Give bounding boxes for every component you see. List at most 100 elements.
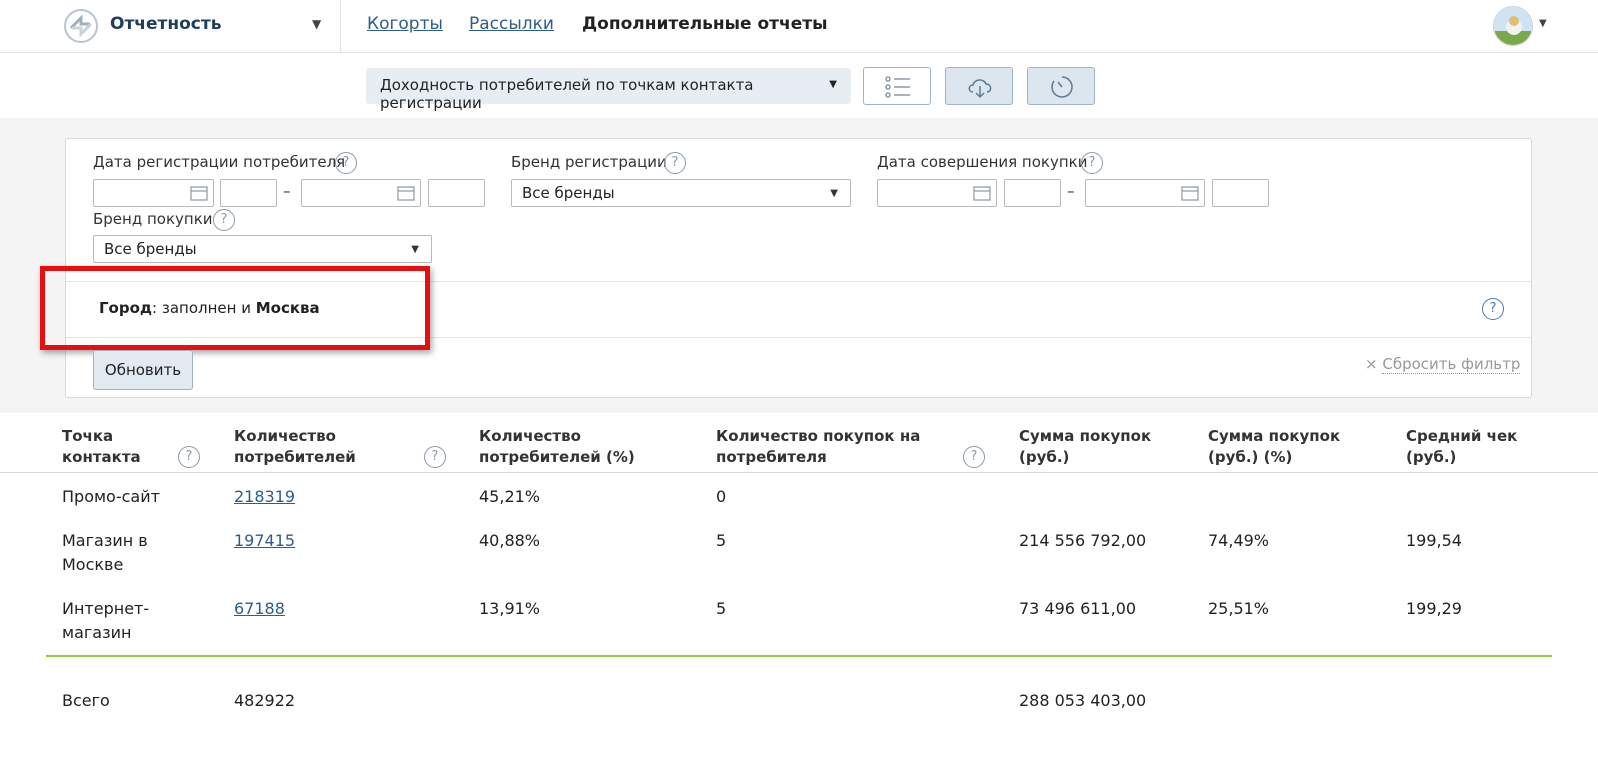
reg-brand-label: Бренд регистрации xyxy=(511,153,667,171)
user-menu-caret-icon[interactable]: ▼ xyxy=(1539,18,1547,29)
cell-sum: 214 556 792,00 xyxy=(1019,531,1147,550)
cell-pct: 40,88% xyxy=(479,531,541,550)
help-icon[interactable]: ? xyxy=(213,209,235,231)
list-icon xyxy=(885,76,910,98)
purchase-time-from-input[interactable] xyxy=(1004,179,1061,207)
cell-sum: 73 496 611,00 xyxy=(1019,599,1137,618)
header-line: (руб.) xyxy=(1406,448,1457,466)
total-divider xyxy=(46,655,1552,657)
column-header-average-check: Средний чек (руб.) xyxy=(1406,426,1517,468)
cell-count-link[interactable]: 197415 xyxy=(234,529,295,553)
help-icon[interactable]: ? xyxy=(335,152,357,174)
app-logo-icon xyxy=(64,9,98,43)
purchase-brand-label: Бренд покупки xyxy=(93,210,213,228)
help-icon[interactable]: ? xyxy=(424,446,446,468)
user-avatar[interactable] xyxy=(1493,6,1533,46)
schedule-button[interactable] xyxy=(1027,67,1095,105)
cell-purchases: 5 xyxy=(716,531,727,550)
timer-icon xyxy=(1051,76,1073,98)
cloud-download-icon xyxy=(968,79,992,99)
column-header-sum-pct: Сумма покупок (руб.) (%) xyxy=(1208,426,1340,468)
total-count: 482922 xyxy=(234,691,296,710)
cell-avg: 199,29 xyxy=(1406,599,1462,618)
divider xyxy=(340,0,341,53)
header-line: Сумма покупок xyxy=(1208,427,1341,445)
total-label: Всего xyxy=(62,691,110,710)
app-title[interactable]: Отчетность xyxy=(110,14,221,34)
header-line: Сумма покупок xyxy=(1019,427,1152,445)
cell-pct: 13,91% xyxy=(479,599,541,618)
reg-brand-select[interactable]: Все бренды ▼ xyxy=(511,179,851,207)
range-separator: – xyxy=(1067,182,1075,200)
help-icon[interactable]: ? xyxy=(178,446,200,468)
avatar-image-icon xyxy=(1494,7,1532,45)
cell-line: Интернет- xyxy=(62,599,150,618)
calendar-icon[interactable] xyxy=(1181,185,1199,201)
header-line: потребителя xyxy=(716,448,827,466)
reg-time-to-input[interactable] xyxy=(428,179,485,207)
header-line: (руб.) (%) xyxy=(1208,448,1293,466)
column-header-purchases-per-consumer: Количество покупок на потребителя xyxy=(716,426,920,468)
purchase-brand-value: Все бренды xyxy=(104,240,197,258)
cell-line: Москве xyxy=(62,555,124,574)
calendar-icon[interactable] xyxy=(397,185,415,201)
column-header-consumers-pct: Количество потребителей (%) xyxy=(479,426,635,468)
header-line: потребителей xyxy=(234,448,356,466)
reset-filter-label: Сбросить фильтр xyxy=(1382,355,1521,374)
nav-link-mailings[interactable]: Рассылки xyxy=(469,14,554,34)
purchase-date-from-input[interactable] xyxy=(877,179,997,207)
cell-point: Магазин в Москве xyxy=(62,529,148,577)
nav-item-additional-reports[interactable]: Дополнительные отчеты xyxy=(582,14,827,34)
header-line: Точка xyxy=(62,427,114,445)
cell-purchases: 0 xyxy=(716,487,727,506)
help-icon[interactable]: ? xyxy=(664,152,686,174)
update-button[interactable]: Обновить xyxy=(93,350,193,390)
report-type-select[interactable]: Доходность потребителей по точкам контак… xyxy=(366,68,851,112)
highlight-box xyxy=(40,266,430,350)
cell-line: магазин xyxy=(62,623,132,642)
cell-sum-pct: 25,51% xyxy=(1208,599,1270,618)
column-header-consumers: Количество потребителей xyxy=(234,426,356,468)
cell-avg: 199,54 xyxy=(1406,531,1462,550)
header-line: контакта xyxy=(62,448,141,466)
app-switcher-caret-icon[interactable]: ▼ xyxy=(312,17,321,31)
total-sum: 288 053 403,00 xyxy=(1019,691,1147,710)
report-type-value: Доходность потребителей по точкам контак… xyxy=(380,76,754,112)
purchase-date-to-input[interactable] xyxy=(1085,179,1205,207)
reg-date-label: Дата регистрации потребителя xyxy=(93,153,346,171)
header-line: Средний чек xyxy=(1406,427,1518,445)
help-icon[interactable]: ? xyxy=(963,446,985,468)
help-icon[interactable]: ? xyxy=(1081,152,1103,174)
download-button[interactable] xyxy=(945,67,1013,105)
reg-time-from-input[interactable] xyxy=(220,179,277,207)
cell-count-link[interactable]: 67188 xyxy=(234,597,285,621)
reg-brand-value: Все бренды xyxy=(522,184,615,202)
nav-link-cohorts[interactable]: Когорты xyxy=(367,14,443,34)
reg-date-from-input[interactable] xyxy=(93,179,214,207)
range-separator: – xyxy=(283,182,291,200)
header-line: Количество xyxy=(479,427,581,445)
chevron-down-icon: ▼ xyxy=(411,244,419,255)
cell-pct: 45,21% xyxy=(479,487,541,506)
cell-line: Промо-сайт xyxy=(62,487,160,506)
chevron-down-icon: ▼ xyxy=(830,188,838,199)
column-header-point: Точка контакта xyxy=(62,426,141,468)
header-line: Количество xyxy=(234,427,336,445)
reg-date-to-input[interactable] xyxy=(301,179,421,207)
table-header-divider xyxy=(0,472,1598,473)
header-line: (руб.) xyxy=(1019,448,1070,466)
header-line: Количество покупок на xyxy=(716,427,921,445)
help-icon[interactable]: ? xyxy=(1482,298,1504,320)
calendar-icon[interactable] xyxy=(190,185,208,201)
cell-count-link[interactable]: 218319 xyxy=(234,485,295,509)
reset-filter-link[interactable]: × Сбросить фильтр xyxy=(1365,355,1521,374)
column-header-sum: Сумма покупок (руб.) xyxy=(1019,426,1151,468)
purchase-time-to-input[interactable] xyxy=(1212,179,1269,207)
cell-sum-pct: 74,49% xyxy=(1208,531,1270,550)
header-line: потребителей (%) xyxy=(479,448,635,466)
calendar-icon[interactable] xyxy=(973,185,991,201)
purchase-date-label: Дата совершения покупки xyxy=(877,153,1088,171)
columns-list-button[interactable] xyxy=(863,67,931,105)
cell-purchases: 5 xyxy=(716,599,727,618)
purchase-brand-select[interactable]: Все бренды ▼ xyxy=(93,235,432,263)
